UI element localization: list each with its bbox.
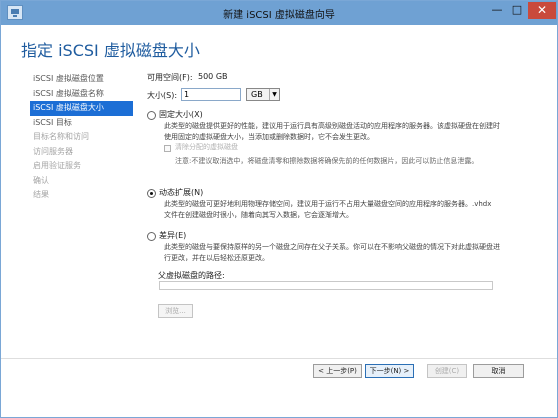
cancel-button[interactable]: 取消 [473,364,524,378]
chevron-down-icon: ▼ [269,89,279,100]
sidebar-item-iscsi-virtual-disk-size[interactable]: iSCSI 虚拟磁盘大小 [30,101,133,116]
close-button[interactable]: ✕ [528,2,556,19]
sidebar-item-iscsi-virtual-disk-name[interactable]: iSCSI 虚拟磁盘名称 [30,87,140,102]
sidebar-item-access-servers: 访问服务器 [33,146,73,156]
size-label: 大小(S): [147,91,178,100]
erase-allocated-disk-checkbox [164,145,171,152]
sidebar-item-confirmation: 确认 [33,175,49,185]
wizard-navigation: iSCSI 虚拟磁盘位置 iSCSI 虚拟磁盘名称 iSCSI 虚拟磁盘大小 i… [30,72,140,203]
erase-allocated-disk-label: 清除分配的虚拟磁盘 [175,143,238,151]
size-unit-dropdown[interactable]: GB ▼ [246,88,280,101]
size-input[interactable]: 1 [181,88,241,101]
fixed-size-label: 固定大小(X) [159,110,203,119]
sidebar-item-iscsi-virtual-disk-location[interactable]: iSCSI 虚拟磁盘位置 [30,72,140,87]
page-title: 指定 iSCSI 虚拟磁盘大小 [21,41,200,60]
size-unit-value: GB [251,90,263,99]
parent-virtual-disk-path-input [159,281,493,290]
window-title: 新建 iSCSI 虚拟磁盘向导 [223,10,335,21]
differencing-radio[interactable] [147,232,156,241]
create-button: 创建(C) [427,364,467,378]
sidebar-item-iscsi-target[interactable]: iSCSI 目标 [30,116,140,131]
sidebar-item-results: 结果 [33,190,49,199]
parent-virtual-disk-path-label: 父虚拟磁盘的路径: [158,271,225,280]
new-iscsi-virtual-disk-wizard: 新建 iSCSI 虚拟磁盘向导 — □ ✕ 指定 iSCSI 虚拟磁盘大小 iS… [0,0,558,418]
differencing-label: 差异(E) [159,231,187,240]
footer-divider [1,358,557,359]
next-button[interactable]: 下一步(N) > [365,364,414,378]
erase-allocated-disk-note: 注意:不建议取消选中，将磁盘清零和擦除数据将确保先前的任何数据片，因此可以防止信… [175,157,479,165]
dynamic-expanding-radio[interactable] [147,189,156,198]
maximize-button[interactable]: □ [507,2,527,19]
fixed-size-description: 此类型的磁盘提供更好的性能，建议用于运行具有高级别磁盘活动的应用程序的服务器。该… [164,122,500,141]
dynamic-expanding-label: 动态扩展(N) [159,188,204,197]
dynamic-expanding-description: 此类型的磁盘可更好地利用物理存储空间，建议用于运行不占用大量磁盘空间的应用程序的… [164,200,492,219]
title-bar[interactable]: 新建 iSCSI 虚拟磁盘向导 — □ ✕ [1,1,557,25]
sidebar-item-target-name-access: 目标名称和访问 [33,132,89,141]
free-space-value: 500 GB [198,72,228,81]
sidebar-item-enable-authentication: 启用验证服务 [33,161,81,170]
minimize-button[interactable]: — [487,2,507,19]
previous-button[interactable]: < 上一步(P) [313,364,362,378]
fixed-size-radio[interactable] [147,111,156,120]
differencing-description: 此类型的磁盘与要保持原样的另一个磁盘之间存在父子关系。你可以在不影响父磁盘的情况… [164,243,500,262]
free-space-label: 可用空间(F): [147,73,193,82]
browse-button: 浏览... [158,304,193,318]
